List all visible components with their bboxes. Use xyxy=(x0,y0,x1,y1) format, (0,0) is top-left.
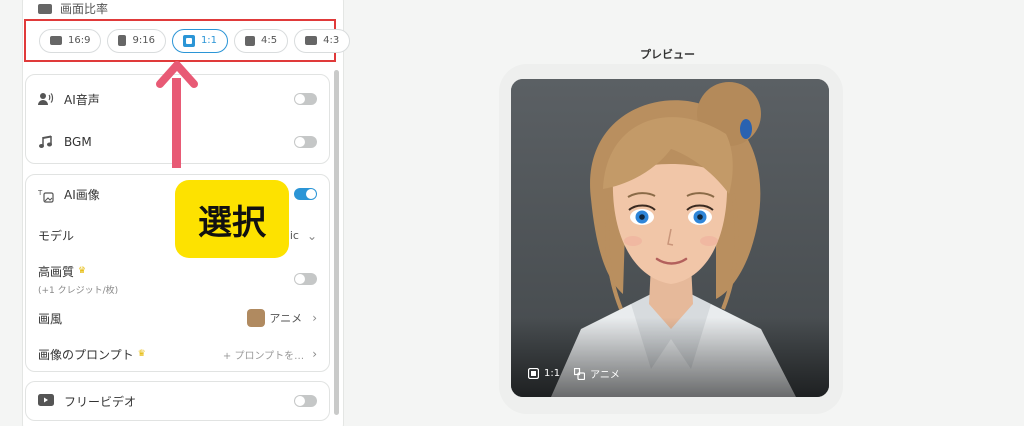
model-label: モデル xyxy=(38,229,75,243)
high-quality-row[interactable]: 高画質 ♛ (+1 クレジット/枚) xyxy=(26,258,329,300)
preview-ratio: 1:1 xyxy=(528,368,560,379)
free-video-row[interactable]: フリービデオ xyxy=(26,382,329,420)
image-prompt-value: + プロンプトを… xyxy=(222,350,305,362)
preview-title: プレビュー xyxy=(640,48,695,61)
annotation-arrow-shaft xyxy=(172,78,181,168)
style-row[interactable]: 画風 アニメ › xyxy=(26,300,329,336)
anime-portrait-illustration xyxy=(511,79,829,397)
annotation-callout: 選択 xyxy=(175,180,289,258)
aspect-ratio-selector: 16:9 9:16 1:1 4:5 4:3 xyxy=(24,19,351,62)
aspect-section-header: 画面比率 xyxy=(38,0,108,17)
music-note-icon xyxy=(38,135,54,149)
video-icon xyxy=(38,394,54,408)
free-video-toggle[interactable] xyxy=(294,395,317,407)
high-quality-label: 高画質 xyxy=(38,264,75,279)
aspect-section-title: 画面比率 xyxy=(60,2,109,16)
image-prompt-row[interactable]: 画像のプロンプト ♛ + プロンプトを… › xyxy=(26,336,329,372)
free-video-card: フリービデオ xyxy=(25,381,330,421)
portrait-icon xyxy=(245,35,256,46)
preview-image xyxy=(511,79,829,397)
ratio-option-16-9[interactable]: 16:9 xyxy=(39,28,102,53)
aspect-ratio-icon xyxy=(38,3,52,14)
ratio-label: 9:16 xyxy=(132,35,155,46)
svg-text:T: T xyxy=(38,189,43,197)
square-icon xyxy=(528,368,539,379)
high-quality-cost: (+1 クレジット/枚) xyxy=(38,285,119,296)
image-prompt-label: 画像のプロンプト xyxy=(38,347,134,362)
portrait-icon xyxy=(118,35,127,46)
preview-style-label: アニメ xyxy=(590,370,620,381)
square-icon xyxy=(182,34,195,47)
ratio-label: 4:3 xyxy=(323,35,340,46)
scrollbar[interactable] xyxy=(334,70,339,415)
ai-image-label: AI画像 xyxy=(64,187,100,202)
style-thumbnail xyxy=(247,309,266,327)
model-value: ic xyxy=(289,229,299,242)
ai-voice-label: AI音声 xyxy=(64,92,100,107)
crown-icon: ♛ xyxy=(78,266,87,276)
ratio-label: 1:1 xyxy=(200,35,218,46)
landscape-icon xyxy=(305,36,318,45)
style-icon xyxy=(574,367,586,380)
bgm-toggle[interactable] xyxy=(294,136,317,148)
ratio-option-9-16[interactable]: 9:16 xyxy=(107,28,166,53)
high-quality-toggle[interactable] xyxy=(294,273,317,285)
landscape-icon xyxy=(50,36,62,45)
image-generate-icon: T xyxy=(37,187,54,203)
ratio-option-4-3[interactable]: 4:3 xyxy=(294,28,351,53)
ratio-option-1-1[interactable]: 1:1 xyxy=(171,28,229,53)
preview-ratio-label: 1:1 xyxy=(544,368,561,379)
preview-style: アニメ xyxy=(574,366,620,381)
style-label: 画風 xyxy=(38,311,63,326)
ratio-option-4-5[interactable]: 4:5 xyxy=(234,28,289,53)
free-video-label: フリービデオ xyxy=(64,394,137,409)
chevron-down-icon: ⌄ xyxy=(306,228,317,243)
ai-voice-toggle[interactable] xyxy=(294,93,317,105)
crown-icon: ♛ xyxy=(137,349,146,359)
voice-icon xyxy=(38,92,54,106)
ratio-label: 16:9 xyxy=(68,35,91,46)
style-value: アニメ xyxy=(269,312,303,325)
bgm-label: BGM xyxy=(64,135,92,149)
ai-image-toggle[interactable] xyxy=(294,188,317,200)
ratio-label: 4:5 xyxy=(261,35,278,46)
preview-meta: 1:1 アニメ xyxy=(528,366,620,381)
chevron-right-icon: › xyxy=(312,311,317,325)
chevron-right-icon: › xyxy=(312,347,317,361)
